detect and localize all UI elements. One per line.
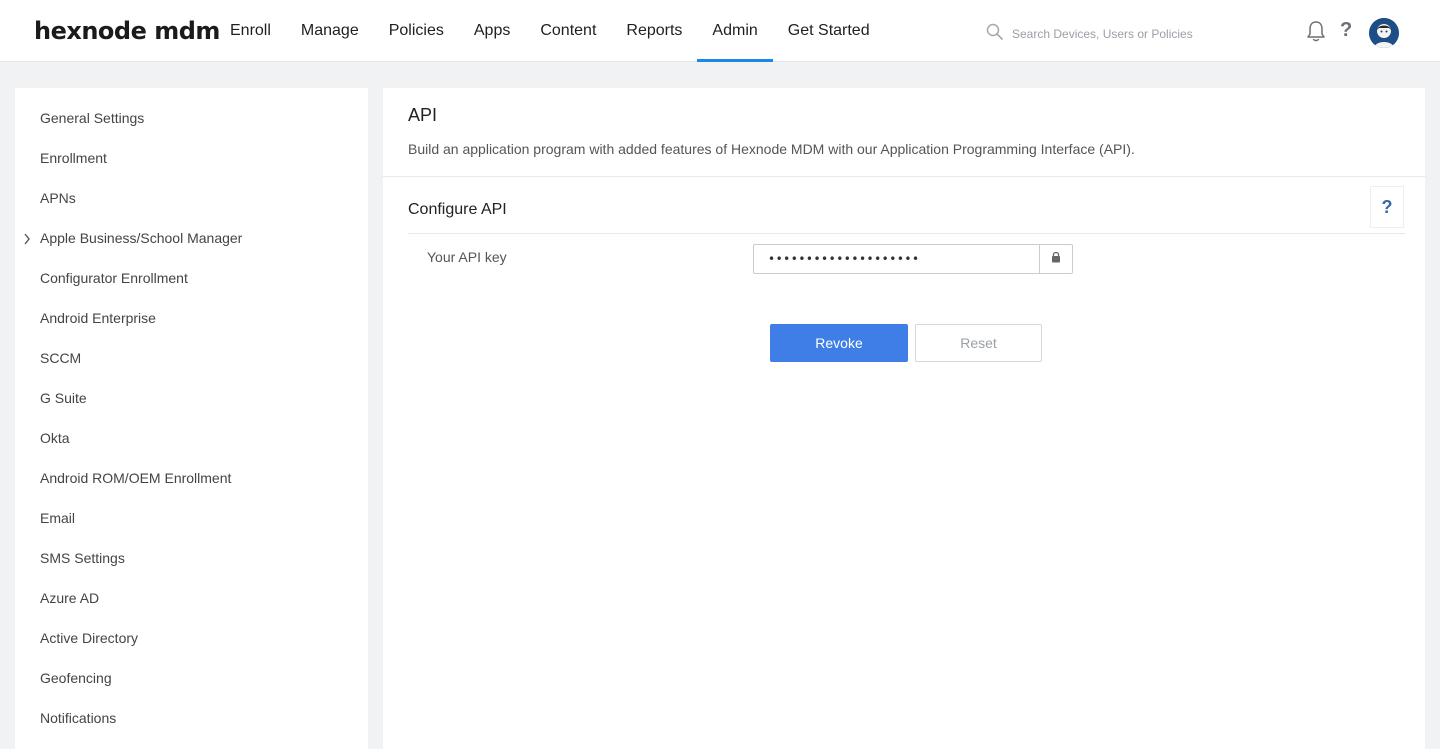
- global-search: [986, 22, 1246, 46]
- nav-content[interactable]: Content: [525, 0, 611, 62]
- top-navigation-bar: hexnode mdm Enroll Manage Policies Apps …: [0, 0, 1440, 62]
- page-title: API: [408, 105, 438, 125]
- sidebar-item-apns[interactable]: APNs: [40, 190, 76, 206]
- avatar[interactable]: [1369, 18, 1399, 48]
- nav-apps[interactable]: Apps: [459, 0, 525, 62]
- sidebar-item-g-suite[interactable]: G Suite: [40, 390, 87, 406]
- nav-policies[interactable]: Policies: [374, 0, 459, 62]
- nav-admin[interactable]: Admin: [697, 0, 774, 62]
- sidebar-item-android-rom-oem-enrollment[interactable]: Android ROM/OEM Enrollment: [40, 470, 231, 486]
- sidebar-item-enrollment[interactable]: Enrollment: [40, 150, 107, 166]
- nav-get-started[interactable]: Get Started: [773, 0, 885, 62]
- lock-icon: [1051, 250, 1061, 268]
- api-key-field[interactable]: ••••••••••••••••••••: [753, 244, 1040, 274]
- sidebar-item-active-directory[interactable]: Active Directory: [40, 630, 138, 646]
- section-title: Configure API: [408, 201, 507, 218]
- admin-sidebar: General Settings Enrollment APNs Apple B…: [15, 88, 368, 749]
- sidebar-item-configurator-enrollment[interactable]: Configurator Enrollment: [40, 270, 188, 286]
- sidebar-item-email[interactable]: Email: [40, 510, 75, 526]
- nav-enroll[interactable]: Enroll: [215, 0, 286, 62]
- sidebar-item-sccm[interactable]: SCCM: [40, 350, 81, 366]
- sidebar-item-okta[interactable]: Okta: [40, 430, 70, 446]
- help-icon[interactable]: ?: [1340, 19, 1352, 42]
- search-icon[interactable]: [986, 23, 1004, 46]
- search-input[interactable]: [1012, 27, 1242, 41]
- revoke-button[interactable]: Revoke: [770, 324, 908, 362]
- sidebar-item-azure-ad[interactable]: Azure AD: [40, 590, 99, 606]
- sidebar-item-sms-settings[interactable]: SMS Settings: [40, 550, 125, 566]
- chevron-right-icon[interactable]: [23, 232, 31, 250]
- api-settings-panel: API Build an application program with ad…: [383, 88, 1425, 749]
- help-button[interactable]: ?: [1370, 186, 1404, 228]
- question-mark-icon: ?: [1381, 196, 1393, 217]
- reset-button[interactable]: Reset: [915, 324, 1042, 362]
- bell-icon[interactable]: [1305, 20, 1327, 49]
- nav-reports[interactable]: Reports: [611, 0, 697, 62]
- sidebar-item-geofencing[interactable]: Geofencing: [40, 670, 112, 686]
- sidebar-item-android-enterprise[interactable]: Android Enterprise: [40, 310, 156, 326]
- hexnode-logo[interactable]: hexnode mdm: [34, 17, 220, 45]
- divider: [383, 176, 1425, 177]
- api-key-label: Your API key: [427, 249, 507, 265]
- sidebar-item-general-settings[interactable]: General Settings: [40, 110, 144, 126]
- main-nav: Enroll Manage Policies Apps Content Repo…: [215, 0, 885, 62]
- nav-manage[interactable]: Manage: [286, 0, 374, 62]
- divider: [408, 233, 1405, 234]
- sidebar-item-notifications[interactable]: Notifications: [40, 710, 116, 726]
- lock-button[interactable]: [1039, 244, 1073, 274]
- page-description: Build an application program with added …: [408, 141, 1135, 157]
- sidebar-item-apple-business-school-manager[interactable]: Apple Business/School Manager: [40, 230, 242, 246]
